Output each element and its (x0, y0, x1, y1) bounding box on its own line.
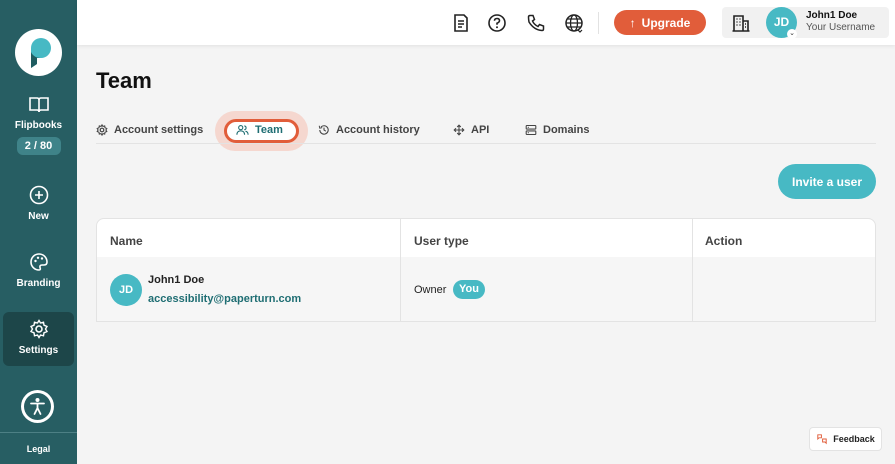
plus-circle-icon (29, 185, 48, 205)
member-user-type: Owner (414, 284, 447, 296)
topbar-separator (598, 12, 599, 34)
sidebar-item-settings[interactable]: Settings (0, 319, 77, 356)
sidebar-item-branding[interactable]: Branding (0, 252, 77, 289)
tab-label: Account history (336, 124, 420, 136)
gear-icon (29, 319, 48, 339)
tabs-divider (96, 143, 876, 144)
table-row (97, 257, 875, 321)
sidebar-item-new[interactable]: New (0, 185, 77, 222)
column-divider (692, 219, 693, 321)
accessibility-button[interactable] (21, 390, 54, 423)
sidebar-item-flipbooks[interactable]: Flipbooks 2 / 80 (0, 94, 77, 155)
member-email[interactable]: accessibility@paperturn.com (148, 293, 301, 305)
tab-account-settings[interactable]: Account settings (96, 124, 203, 136)
avatar: JD (110, 274, 142, 306)
you-badge: You (453, 280, 485, 299)
upgrade-label: Upgrade (641, 15, 691, 30)
column-divider (400, 219, 401, 321)
palette-icon (29, 253, 48, 271)
arrow-up-icon: ↑ (629, 15, 636, 30)
server-icon (525, 124, 537, 136)
sidebar: Flipbooks 2 / 80 New Branding Settings L… (0, 0, 77, 464)
tab-team[interactable]: Team (236, 124, 283, 136)
tab-account-history[interactable]: Account history (318, 124, 420, 136)
user-username: Your Username (806, 22, 876, 33)
move-icon (453, 124, 465, 136)
legal-link[interactable]: Legal (0, 444, 77, 454)
document-icon[interactable] (451, 13, 471, 33)
column-header-name[interactable]: Name (110, 234, 143, 248)
logo-mark-icon (31, 38, 51, 68)
tab-label: API (471, 124, 490, 136)
paperturn-logo[interactable] (15, 29, 62, 76)
column-header-action: Action (705, 234, 743, 248)
building-icon[interactable] (731, 13, 751, 33)
upgrade-button[interactable]: ↑ Upgrade (614, 10, 706, 35)
feedback-button[interactable]: Feedback (809, 427, 882, 451)
accessibility-icon (30, 398, 45, 415)
gear-icon (96, 124, 108, 136)
flipbook-counter-badge: 2 / 80 (16, 137, 61, 155)
globe-language-icon[interactable] (564, 13, 584, 33)
sidebar-item-label: Settings (18, 345, 59, 356)
users-icon (236, 125, 249, 135)
sidebar-item-label: Branding (16, 278, 61, 289)
tab-label: Team (255, 124, 283, 136)
chevron-down-icon: ⌄ (787, 29, 797, 39)
help-icon[interactable] (487, 13, 507, 33)
column-header-user-type[interactable]: User type (414, 234, 469, 248)
top-bar: ↑ Upgrade JD ⌄ John1 Doe Your Username (77, 0, 895, 45)
history-icon (318, 125, 329, 135)
member-name: John1 Doe (148, 274, 205, 286)
sidebar-item-label: Flipbooks (14, 120, 63, 131)
page-title: Team (96, 68, 152, 93)
feedback-label: Feedback (833, 434, 875, 444)
tab-label: Domains (543, 124, 590, 136)
user-name: John1 Doe (806, 10, 858, 21)
team-table: Name User type Action JD John1 Doe acces… (96, 218, 876, 322)
tab-domains[interactable]: Domains (525, 124, 589, 136)
invite-user-button[interactable]: Invite a user (778, 164, 876, 199)
book-open-icon (28, 97, 49, 113)
feedback-icon (817, 434, 827, 445)
sidebar-item-label: New (28, 211, 49, 222)
tab-api[interactable]: API (453, 124, 489, 136)
phone-icon[interactable] (526, 13, 546, 33)
sidebar-divider (0, 432, 77, 433)
tab-label: Account settings (114, 124, 204, 136)
